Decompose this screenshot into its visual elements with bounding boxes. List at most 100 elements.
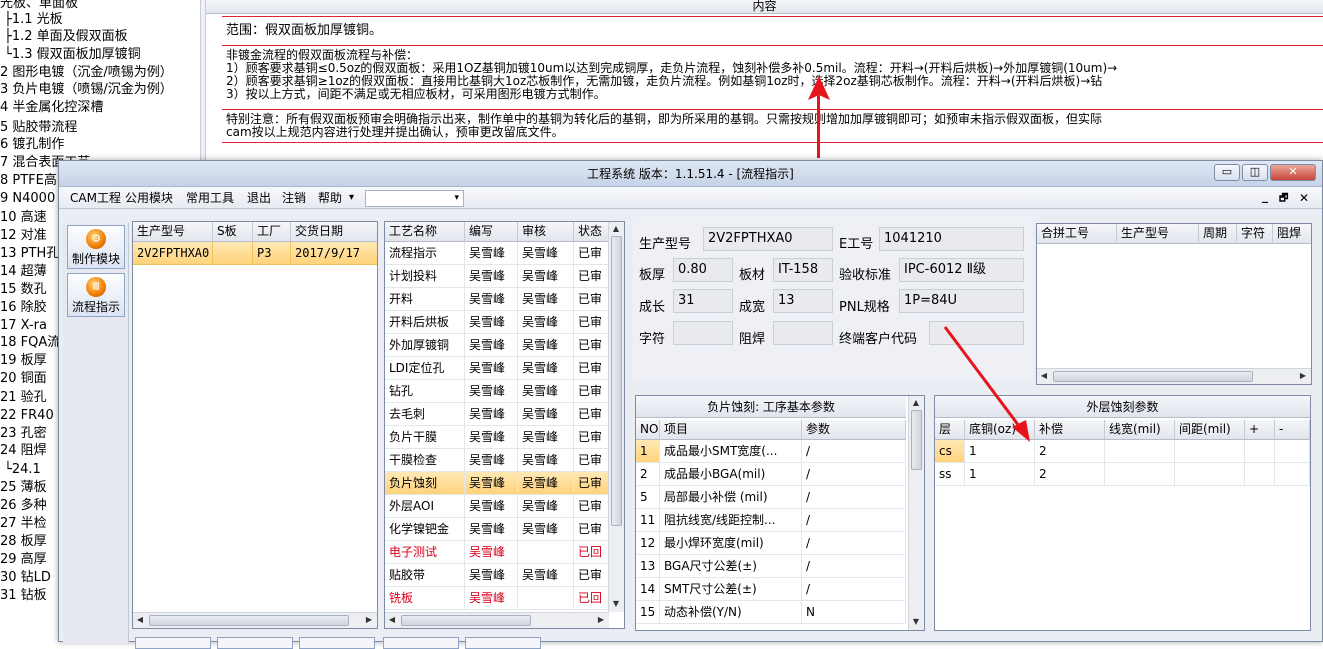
etch-col-header[interactable]: NO	[636, 420, 660, 440]
process-cell[interactable]: 吴雪峰	[465, 288, 518, 311]
outer-cell[interactable]: 1	[965, 463, 1035, 486]
outer-cell[interactable]	[1175, 440, 1245, 463]
char-field[interactable]	[673, 321, 733, 345]
bottom-button-4[interactable]	[383, 637, 459, 649]
tree-node[interactable]: 8 PTFE高	[0, 172, 57, 189]
process-cell[interactable]: 已审	[574, 265, 610, 288]
etch-cell[interactable]: 成品最小SMT宽度(...	[660, 440, 802, 463]
process-cell[interactable]: 吴雪峰	[465, 472, 518, 495]
orders-col-header[interactable]: S板	[213, 222, 253, 242]
tree-node[interactable]: 5 贴胶带流程	[0, 119, 77, 136]
etch-cell[interactable]: 13	[636, 555, 660, 578]
scroll-thumb[interactable]	[611, 236, 622, 526]
combined-col-header[interactable]: 周期	[1199, 224, 1237, 244]
etch-cell[interactable]: /	[802, 486, 906, 509]
etch-col-header[interactable]: 参数	[802, 420, 906, 440]
combined-col-header[interactable]: 合拼工号	[1037, 224, 1117, 244]
orders-cell[interactable]	[213, 242, 253, 265]
tree-node[interactable]: 23 孔密	[0, 425, 47, 442]
outer-cell[interactable]	[1245, 440, 1275, 463]
bottom-button-1[interactable]	[135, 637, 211, 649]
process-cell[interactable]: 已审	[574, 380, 610, 403]
etch-cell[interactable]: /	[802, 578, 906, 601]
orders-cell[interactable]: P3	[253, 242, 291, 265]
outer-cell[interactable]: ss	[935, 463, 965, 486]
process-cell[interactable]: 已审	[574, 495, 610, 518]
process-cell[interactable]: 已审	[574, 426, 610, 449]
menu-cam[interactable]: CAM工程	[70, 190, 121, 206]
process-cell[interactable]: 吴雪峰	[518, 334, 574, 357]
tree-node[interactable]: 17 X-ra	[0, 317, 47, 334]
combined-col-header[interactable]: 生产型号	[1117, 224, 1199, 244]
process-cell[interactable]: 吴雪峰	[518, 288, 574, 311]
scroll-down-icon[interactable]: ▼	[909, 617, 923, 626]
tree-node[interactable]: 14 超薄	[0, 263, 47, 280]
vertical-scrollbar[interactable]: ▲ ▼	[908, 396, 924, 630]
orders-cell[interactable]: 2V2FPTHXA0	[133, 242, 213, 265]
horizontal-scrollbar[interactable]: ◀ ▶	[1037, 368, 1311, 384]
bottom-button-5[interactable]	[465, 637, 541, 649]
etch-cell[interactable]: 11	[636, 509, 660, 532]
tree-node[interactable]: 15 数孔	[0, 281, 47, 298]
process-cell[interactable]: 已审	[574, 564, 610, 587]
scroll-thumb[interactable]	[911, 410, 922, 470]
process-cell[interactable]: 开料	[385, 288, 465, 311]
process-col-header[interactable]: 编写	[465, 222, 518, 242]
tree-node[interactable]: 12 对准	[0, 227, 47, 244]
etch-col-header[interactable]: 项目	[660, 420, 802, 440]
etch-cell[interactable]: /	[802, 463, 906, 486]
window-titlebar[interactable]: 工程系统 版本：1.1.51.4 - [流程指示] ▭ ◫ ✕	[59, 161, 1322, 187]
orders-col-header[interactable]: 生产型号	[133, 222, 213, 242]
process-cell[interactable]: 已审	[574, 403, 610, 426]
tree-node[interactable]: 2 图形电镀（沉金/喷锡为例）	[0, 64, 173, 81]
process-col-header[interactable]: 工艺名称	[385, 222, 465, 242]
process-cell[interactable]: 已审	[574, 311, 610, 334]
scroll-thumb[interactable]	[401, 615, 531, 626]
tree-node[interactable]: 24 阻焊	[0, 442, 47, 459]
process-cell[interactable]: 已审	[574, 357, 610, 380]
restore-button[interactable]: ◫	[1242, 164, 1268, 181]
tree-node[interactable]: 31 钻板	[0, 587, 47, 604]
tree-node[interactable]: 18 FQA流	[0, 334, 60, 351]
process-cell[interactable]: 吴雪峰	[518, 518, 574, 541]
scroll-right-icon[interactable]: ▶	[1296, 371, 1310, 380]
process-cell[interactable]: 化学镍钯金	[385, 518, 465, 541]
etch-cell[interactable]: 最小焊环宽度(mil)	[660, 532, 802, 555]
etch-cell[interactable]: /	[802, 440, 906, 463]
process-cell[interactable]: 已回	[574, 541, 610, 564]
process-cell[interactable]: 吴雪峰	[518, 265, 574, 288]
process-cell[interactable]: 吴雪峰	[518, 449, 574, 472]
outer-cell[interactable]	[1245, 463, 1275, 486]
scroll-up-icon[interactable]: ▲	[609, 224, 623, 233]
process-cell[interactable]: 吴雪峰	[518, 472, 574, 495]
make-module-button[interactable]: ⚙ 制作模块	[67, 225, 125, 269]
tree-node[interactable]: 4 半金属化控深槽	[0, 99, 103, 116]
process-cell[interactable]: 钻孔	[385, 380, 465, 403]
tree-node[interactable]: 25 薄板	[0, 479, 47, 496]
process-cell[interactable]: 吴雪峰	[518, 426, 574, 449]
process-cell[interactable]: 吴雪峰	[465, 265, 518, 288]
process-cell[interactable]: 负片干膜	[385, 426, 465, 449]
outer-cell[interactable]	[1275, 463, 1310, 486]
etch-cell[interactable]: 动态补偿(Y/N)	[660, 601, 802, 624]
tree-node[interactable]: 30 钻LD	[0, 569, 51, 586]
process-cell[interactable]: 吴雪峰	[465, 357, 518, 380]
process-cell[interactable]: 吴雪峰	[518, 357, 574, 380]
etch-cell[interactable]: BGA尺寸公差(±)	[660, 555, 802, 578]
orders-col-header[interactable]: 工厂	[253, 222, 291, 242]
etch-cell[interactable]: 阻抗线宽/线距控制...	[660, 509, 802, 532]
process-cell[interactable]	[518, 587, 574, 610]
process-cell[interactable]: 已审	[574, 518, 610, 541]
eno-field[interactable]: 1041210	[879, 227, 1024, 251]
tree-node[interactable]: └1.3 假双面板加厚镀铜	[4, 46, 141, 63]
tree-node[interactable]: 29 高厚	[0, 551, 47, 568]
process-cell[interactable]: 吴雪峰	[518, 495, 574, 518]
scroll-right-icon[interactable]: ▶	[594, 615, 608, 624]
process-cell[interactable]: 外加厚镀铜	[385, 334, 465, 357]
pnl-field[interactable]: 1P=84U	[899, 289, 1024, 313]
process-cell[interactable]: 开料后烘板	[385, 311, 465, 334]
process-cell[interactable]: 吴雪峰	[518, 380, 574, 403]
combined-col-header[interactable]: 阻焊	[1273, 224, 1311, 244]
process-cell[interactable]: 已审	[574, 288, 610, 311]
outer-cell[interactable]	[1175, 463, 1245, 486]
